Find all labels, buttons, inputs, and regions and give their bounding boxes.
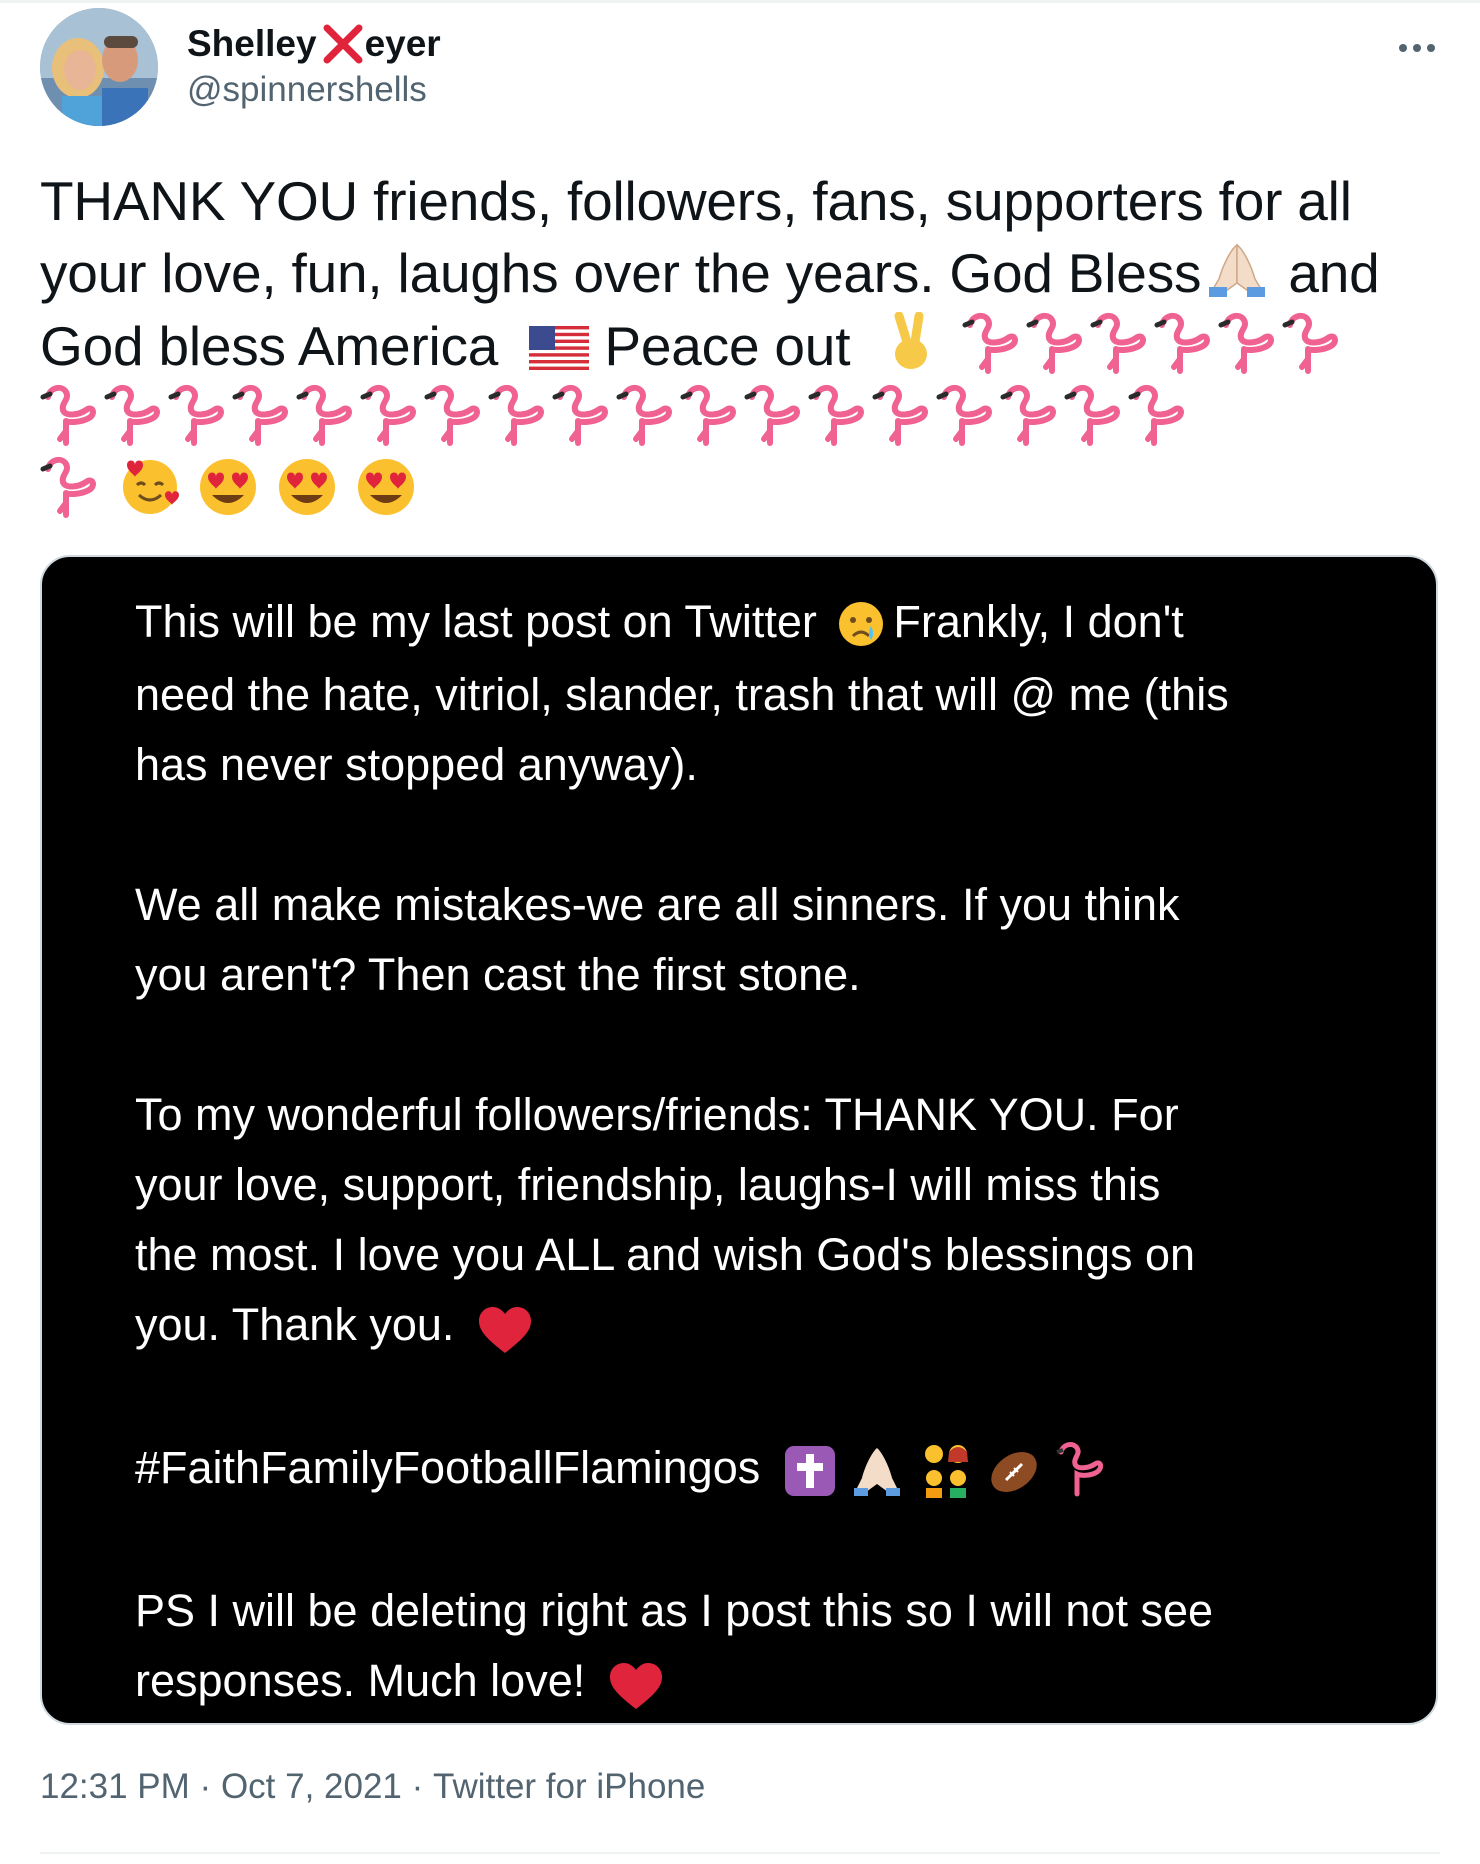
flamingo-emoji [424, 381, 488, 464]
flamingo-emoji [616, 381, 680, 464]
tweet-line-2: your love, fun, laughs over the years. G… [40, 237, 1440, 309]
flamingo-emoji [808, 381, 872, 464]
heart-eyes-emoji [354, 455, 418, 534]
display-name-last: eyer [364, 23, 441, 64]
flamingo-emoji [552, 381, 616, 464]
flamingo-emoji [1055, 1436, 1107, 1506]
flamingo-emoji [232, 381, 296, 464]
display-name-first: Shelley [187, 23, 317, 64]
tweet-line-2-text: your love, fun, laughs over the years. G… [40, 242, 1202, 304]
american-football-emoji [986, 1436, 1042, 1506]
crying-face-emoji [835, 590, 887, 660]
flamingo-emoji [40, 453, 104, 536]
cross-mark-emoji [321, 24, 365, 64]
flamingo-emoji-group [962, 312, 1346, 377]
flamingo-emoji [1218, 309, 1282, 392]
tweet-line-2-and: and [1288, 242, 1380, 304]
tweet-time[interactable]: 12:31 PM [40, 1767, 190, 1806]
flamingo-emoji [962, 309, 1026, 392]
card-text-segment: you. Thank you. [135, 1299, 455, 1351]
red-heart-emoji [477, 1293, 533, 1363]
tweet-line-3-text: God bless America [40, 315, 499, 378]
user-handle[interactable]: @spinnershells [187, 70, 427, 110]
card-line: #FaithFamilyFootballFlamingos [135, 1433, 1365, 1506]
praying-hands-emoji [1201, 239, 1273, 316]
card-text-segment: This will be my last post on Twitter [135, 596, 817, 647]
heart-eyes-emoji [196, 455, 260, 534]
flamingo-emoji [1154, 309, 1218, 392]
flamingo-emoji [168, 381, 232, 464]
card-line: We all make mistakes-we are all sinners.… [135, 879, 1180, 931]
card-line: need the hate, vitriol, slander, trash t… [135, 669, 1229, 721]
card-line: This will be my last post on Twitter Fra… [135, 587, 1365, 660]
card-line: has never stopped anyway). [135, 739, 698, 791]
flamingo-emoji [296, 381, 360, 464]
latin-cross-emoji [783, 1436, 837, 1506]
flamingo-emoji [1282, 309, 1346, 392]
flamingo-emoji [488, 381, 552, 464]
screenshot-text: This will be my last post on Twitter Fra… [135, 587, 1365, 1719]
card-line: To my wonderful followers/friends: THANK… [135, 1089, 1179, 1141]
avatar[interactable] [40, 8, 158, 126]
card-line: responses. Much love! [135, 1646, 1365, 1719]
us-flag-emoji [529, 315, 590, 387]
flamingo-emoji [1128, 381, 1192, 464]
flamingo-emoji-group [40, 456, 104, 521]
folded-hands-emoji [849, 1436, 905, 1506]
tweet-date[interactable]: Oct 7, 2021 [221, 1767, 402, 1806]
card-line: you aren't? Then cast the first stone. [135, 949, 861, 1001]
card-line: you. Thank you. [135, 1290, 1365, 1363]
family-emoji [918, 1436, 974, 1506]
tweet-body: THANK YOU friends, followers, fans, supp… [40, 165, 1440, 525]
victory-hand-emoji [885, 311, 937, 389]
flamingo-emoji [40, 381, 104, 464]
separator-dot: · [199, 1766, 212, 1806]
flamingo-emoji [1090, 309, 1154, 392]
card-text-segment: responses. Much love! [135, 1655, 586, 1707]
tweet-line-3: God bless America Peace out [40, 309, 1440, 381]
bottom-divider [40, 1852, 1440, 1854]
screenshot-image-card[interactable]: This will be my last post on Twitter Fra… [40, 555, 1438, 1725]
tweet-line-3-peace: Peace out [604, 315, 851, 378]
flamingo-emoji [360, 381, 424, 464]
tweet-source[interactable]: Twitter for iPhone [433, 1767, 705, 1806]
flamingo-emoji [1064, 381, 1128, 464]
flamingo-emoji [1000, 381, 1064, 464]
red-heart-emoji [608, 1649, 664, 1719]
card-text-segment: Frankly, I don't [893, 596, 1184, 647]
heart-eyes-emoji [275, 455, 339, 534]
tweet-metadata: 12:31 PM · Oct 7, 2021 · Twitter for iPh… [40, 1765, 705, 1807]
display-name[interactable]: Shelley eyer [187, 22, 441, 66]
flamingo-emoji [680, 381, 744, 464]
separator-dot: · [411, 1766, 424, 1806]
card-line: the most. I love you ALL and wish God's … [135, 1229, 1196, 1281]
more-options-icon[interactable] [1395, 28, 1439, 68]
hashtag-text: #FaithFamilyFootballFlamingos [135, 1442, 761, 1494]
flamingo-emoji [936, 381, 1000, 464]
smiling-face-with-hearts-emoji [119, 455, 181, 534]
flamingo-emoji [744, 381, 808, 464]
top-divider [0, 0, 1480, 3]
flamingo-emoji [1026, 309, 1090, 392]
tweet-line-1: THANK YOU friends, followers, fans, supp… [40, 170, 1352, 232]
flamingo-emoji [872, 381, 936, 464]
card-line: PS I will be deleting right as I post th… [135, 1585, 1214, 1637]
card-line: your love, support, friendship, laughs-I… [135, 1159, 1161, 1211]
tweet-header: Shelley eyer @spinnershells [40, 8, 1440, 128]
flamingo-emoji [104, 381, 168, 464]
